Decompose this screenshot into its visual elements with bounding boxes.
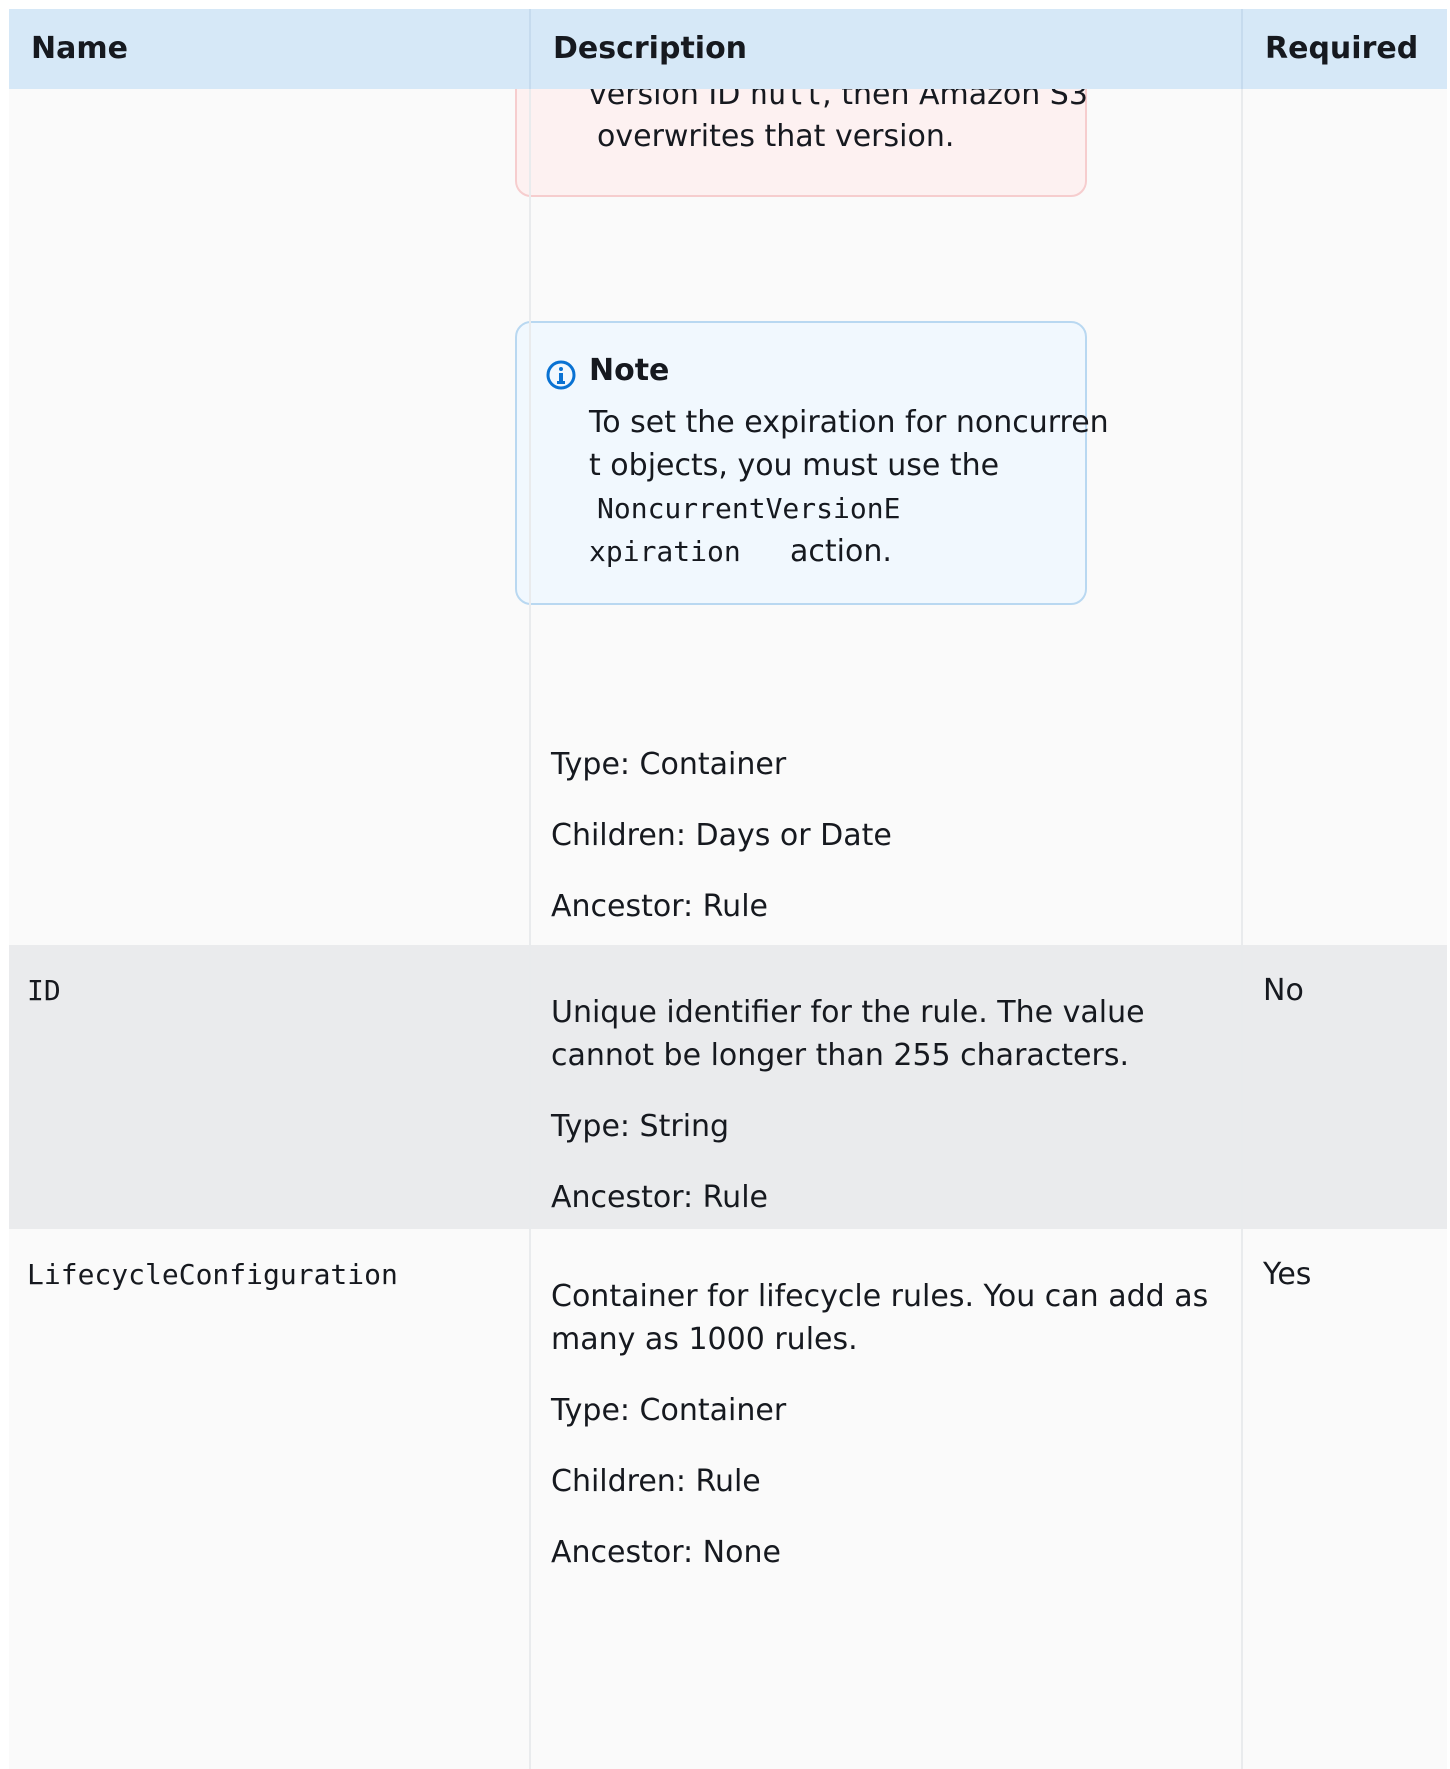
info-icon xyxy=(546,360,576,390)
description-line-1: Unique identifier for the rule. The valu… xyxy=(551,995,1145,1030)
note-callout: Note To set the expiration for noncurren… xyxy=(515,321,1109,605)
description-line-2: many as 1000 rules. xyxy=(551,1322,858,1357)
table-header: Name Description Required xyxy=(9,9,1447,89)
column-divider xyxy=(1241,9,1243,1769)
note-title: Note xyxy=(589,353,670,388)
header-divider xyxy=(1241,9,1243,89)
description-line-2: cannot be longer than 255 characters. xyxy=(551,1038,1129,1073)
type-label: Type: Container xyxy=(551,747,787,782)
required-value: Yes xyxy=(1263,1257,1312,1292)
column-divider xyxy=(529,9,531,1769)
children-label: Children: Rule xyxy=(551,1464,761,1499)
type-label: Type: Container xyxy=(551,1393,787,1428)
header-description: Description xyxy=(553,31,748,66)
required-value: No xyxy=(1263,973,1304,1008)
description-line-1: Container for lifecycle rules. You can a… xyxy=(551,1279,1209,1314)
type-label: Type: String xyxy=(551,1109,730,1144)
table-row: version ID null, then Amazon S3 overwrit… xyxy=(9,69,1447,945)
note-code-2: xpiration xyxy=(589,535,741,568)
ancestor-label: Ancestor: None xyxy=(551,1535,781,1570)
header-divider xyxy=(529,9,531,89)
param-name: LifecycleConfiguration xyxy=(27,1258,398,1291)
ancestor-label: Ancestor: Rule xyxy=(551,1180,768,1215)
header-required: Required xyxy=(1265,31,1419,66)
warning-line-2: overwrites that version. xyxy=(597,119,955,154)
note-code-1: NoncurrentVersionE xyxy=(597,492,901,525)
note-line-2: t objects, you must use the xyxy=(589,448,1000,483)
parameters-table: version ID null, then Amazon S3 overwrit… xyxy=(9,9,1447,1769)
table-row: LifecycleConfiguration Container for lif… xyxy=(9,1229,1447,1769)
header-name: Name xyxy=(31,31,128,66)
note-line-1: To set the expiration for noncurren xyxy=(589,405,1109,440)
table-row: ID Unique identifier for the rule. The v… xyxy=(9,945,1447,1229)
children-label: Children: Days or Date xyxy=(551,818,892,853)
ancestor-label: Ancestor: Rule xyxy=(551,889,768,924)
note-tail: action. xyxy=(790,534,892,569)
param-name: ID xyxy=(27,974,61,1007)
